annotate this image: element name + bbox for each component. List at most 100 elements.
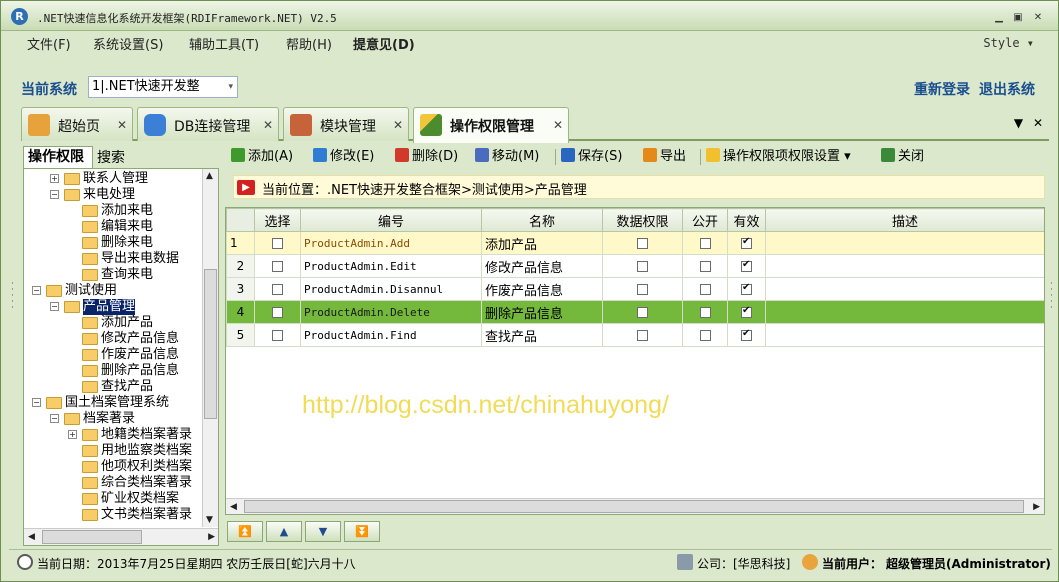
menu-settings[interactable]: 系统设置(S)	[93, 34, 163, 53]
code-cell[interactable]: ProductAdmin.Disannul	[300, 277, 482, 301]
data-permission-checkbox[interactable]	[637, 283, 648, 295]
move-up-button[interactable]: ▲	[266, 521, 302, 542]
public-checkbox[interactable]	[699, 283, 711, 295]
public-cell[interactable]	[682, 231, 728, 255]
data-permission-cell[interactable]	[602, 323, 683, 347]
close-icon[interactable]: ✕	[553, 118, 563, 132]
data-permission-cell[interactable]	[602, 254, 683, 278]
public-checkbox[interactable]	[699, 260, 711, 272]
collapse-icon[interactable]: −	[50, 190, 59, 199]
tab-search[interactable]: 搜索	[97, 148, 125, 168]
row-number[interactable]: 4	[226, 300, 255, 324]
code-cell[interactable]: ProductAdmin.Delete	[300, 300, 482, 324]
description-cell[interactable]	[765, 300, 1044, 324]
select-cell[interactable]	[254, 254, 301, 278]
table-row[interactable]: 3 ProductAdmin.Disannul 作废产品信息	[226, 277, 1044, 301]
close-tab-button[interactable]: 关闭	[881, 147, 924, 167]
expand-icon[interactable]: +	[50, 174, 59, 183]
column-header-code[interactable]: 编号	[300, 208, 482, 232]
title-bar[interactable]: R .NET快速信息化系统开发框架(RDIFramework.NET) V2.5…	[1, 1, 1058, 31]
column-header-select[interactable]: 选择	[254, 208, 301, 232]
row-number[interactable]: 3	[226, 277, 255, 301]
scroll-right-icon[interactable]: ▶	[1033, 502, 1040, 512]
tab-db-connection[interactable]: DB连接管理 ✕	[137, 107, 279, 141]
valid-checkbox[interactable]	[741, 328, 752, 341]
select-checkbox[interactable]	[272, 237, 283, 249]
select-checkbox[interactable]	[272, 306, 283, 318]
scroll-right-icon[interactable]: ▶	[208, 532, 215, 542]
collapse-icon[interactable]: −	[50, 414, 59, 423]
logout-link[interactable]: 退出系统	[979, 79, 1035, 99]
valid-cell[interactable]	[727, 254, 766, 278]
menu-tools[interactable]: 辅助工具(T)	[189, 34, 259, 53]
scroll-down-icon[interactable]: ▼	[206, 515, 213, 525]
data-permission-cell[interactable]	[602, 300, 683, 324]
move-button[interactable]: 移动(M)	[475, 147, 539, 167]
save-button[interactable]: 保存(S)	[561, 147, 622, 167]
table-row[interactable]: 5 ProductAdmin.Find 查找产品	[226, 323, 1044, 347]
select-checkbox[interactable]	[272, 260, 283, 272]
expand-icon[interactable]: +	[68, 430, 77, 439]
move-down-button[interactable]: ▼	[305, 521, 341, 542]
select-cell[interactable]	[254, 277, 301, 301]
close-icon[interactable]: ✕	[117, 118, 127, 132]
menu-help[interactable]: 帮助(H)	[286, 34, 332, 53]
name-cell[interactable]: 查找产品	[481, 323, 603, 347]
close-icon[interactable]: ✕	[263, 118, 273, 132]
tree-horizontal-scrollbar[interactable]: ◀ ▶	[24, 528, 218, 545]
tab-operation-permission[interactable]: 操作权限	[23, 146, 93, 168]
table-row[interactable]: 1 ProductAdmin.Add 添加产品	[226, 231, 1044, 255]
valid-cell[interactable]	[727, 277, 766, 301]
tab-home[interactable]: 超始页 ✕	[21, 107, 133, 141]
valid-cell[interactable]	[727, 231, 766, 255]
row-number[interactable]: 5	[226, 323, 255, 347]
public-cell[interactable]	[682, 323, 728, 347]
code-cell[interactable]: ProductAdmin.Edit	[300, 254, 482, 278]
permission-grid[interactable]: 选择 编号 名称 数据权限 公开 有效 描述 1 ProductAdmin.Add…	[225, 207, 1045, 515]
data-permission-checkbox[interactable]	[637, 329, 648, 341]
collapse-icon[interactable]: −	[32, 286, 41, 295]
menu-file[interactable]: 文件(F)	[27, 34, 71, 53]
scroll-left-icon[interactable]: ◀	[28, 532, 35, 542]
menu-feedback[interactable]: 提意见(D)	[353, 34, 415, 53]
export-button[interactable]: 导出	[643, 147, 686, 167]
description-cell[interactable]	[765, 231, 1044, 255]
scroll-up-icon[interactable]: ▲	[206, 171, 213, 181]
add-button[interactable]: 添加(A)	[231, 147, 293, 167]
valid-checkbox[interactable]	[741, 282, 752, 295]
column-header-description[interactable]: 描述	[765, 208, 1044, 232]
name-cell[interactable]: 添加产品	[481, 231, 603, 255]
valid-cell[interactable]	[727, 323, 766, 347]
tab-module[interactable]: 模块管理 ✕	[283, 107, 409, 141]
scroll-left-icon[interactable]: ◀	[230, 502, 237, 512]
code-cell[interactable]: ProductAdmin.Find	[300, 323, 482, 347]
permission-tree[interactable]: + 联系人管理 − 来电处理 添加来电 编辑来电 删除来电 导出来电数据 查询来电 − 测试使用 − 产…	[23, 168, 219, 546]
left-splitter-grip[interactable]: · · · · ·	[11, 280, 14, 313]
description-cell[interactable]	[765, 277, 1044, 301]
collapse-icon[interactable]: −	[32, 398, 41, 407]
column-header-data-permission[interactable]: 数据权限	[602, 208, 683, 232]
select-cell[interactable]	[254, 300, 301, 324]
valid-checkbox[interactable]	[741, 259, 752, 272]
tab-list-dropdown-icon[interactable]: ▼	[1014, 116, 1023, 130]
data-permission-checkbox[interactable]	[637, 306, 648, 318]
description-cell[interactable]	[765, 323, 1044, 347]
column-header-public[interactable]: 公开	[682, 208, 728, 232]
valid-cell[interactable]	[727, 300, 766, 324]
name-cell[interactable]: 作废产品信息	[481, 277, 603, 301]
delete-button[interactable]: 删除(D)	[395, 147, 458, 167]
collapse-icon[interactable]: −	[50, 302, 59, 311]
table-row[interactable]: 2 ProductAdmin.Edit 修改产品信息	[226, 254, 1044, 278]
public-checkbox[interactable]	[699, 306, 711, 318]
description-cell[interactable]	[765, 254, 1044, 278]
system-select[interactable]: 1|.NET快速开发整 ▾	[88, 76, 238, 98]
close-button[interactable]: ✕	[1032, 13, 1044, 24]
valid-checkbox[interactable]	[741, 236, 752, 249]
edit-button[interactable]: 修改(E)	[313, 147, 374, 167]
move-top-button[interactable]: ⏫	[227, 521, 263, 542]
grid-scroll-thumb[interactable]	[244, 500, 1024, 513]
tab-permission[interactable]: 操作权限管理 ✕	[413, 107, 569, 143]
row-number[interactable]: 1	[226, 231, 255, 255]
tree-vertical-scrollbar[interactable]: ▲ ▼	[202, 169, 218, 527]
data-permission-cell[interactable]	[602, 231, 683, 255]
